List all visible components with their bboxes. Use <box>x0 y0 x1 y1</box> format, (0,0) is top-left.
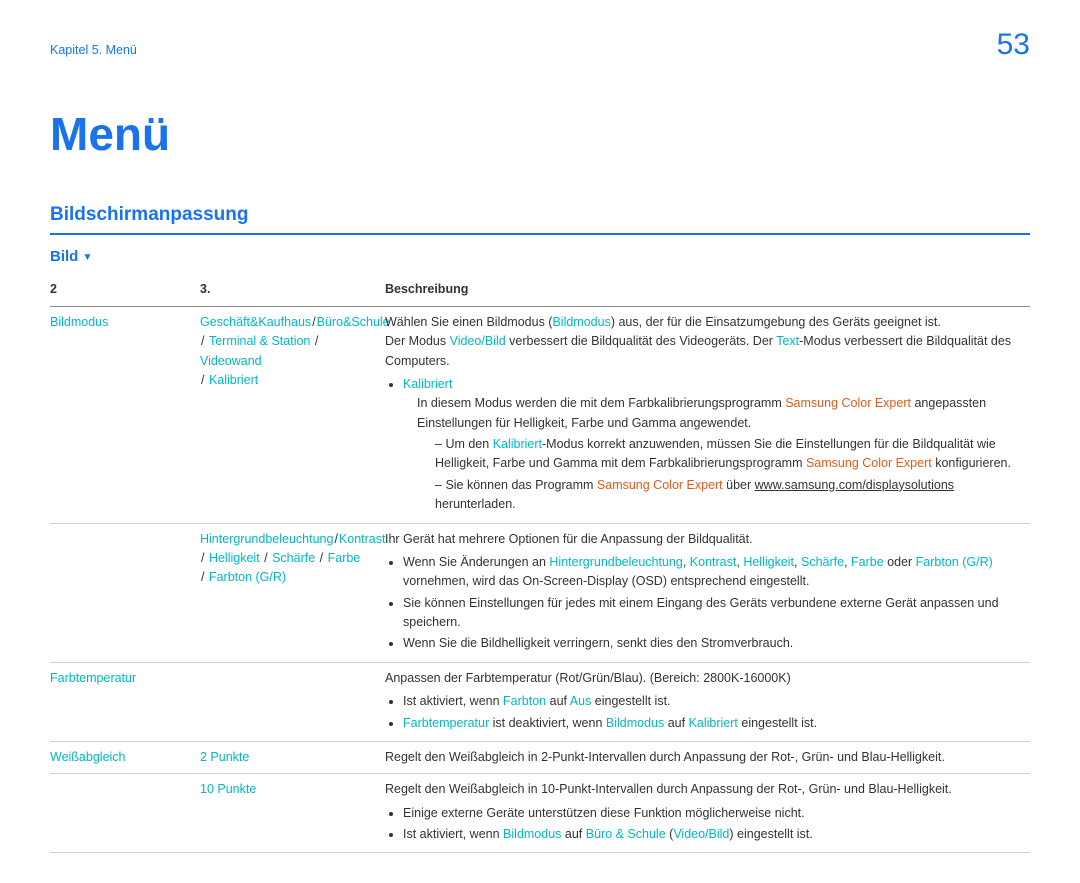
cell-bildmodus-desc: Wählen Sie einen Bildmodus (Bildmodus) a… <box>385 306 1030 523</box>
cell-farbtemperatur: Farbtemperatur <box>50 662 200 741</box>
cell-hgb-desc: Ihr Gerät hat mehrere Optionen für die A… <box>385 523 1030 662</box>
cell-empty <box>50 774 200 853</box>
col-header-3: Beschreibung <box>385 276 1030 306</box>
cell-empty <box>200 662 385 741</box>
cell-10punkte: 10 Punkte <box>200 774 385 853</box>
cell-weissabgleich: Weißabgleich <box>50 741 200 773</box>
sub-heading-bild: Bild ▼ <box>50 245 1030 268</box>
chevron-down-icon: ▼ <box>83 252 93 263</box>
cell-empty <box>50 523 200 662</box>
cell-weiss10-desc: Regelt den Weißabgleich in 10-Punkt-Inte… <box>385 774 1030 853</box>
cell-hgb-options: Hintergrundbeleuchtung/Kontrast / Hellig… <box>200 523 385 662</box>
table-row: Farbtemperatur Anpassen der Farbtemperat… <box>50 662 1030 741</box>
samsung-link[interactable]: www.samsung.com/displaysolutions <box>755 478 954 492</box>
table-row: 10 Punkte Regelt den Weißabgleich in 10-… <box>50 774 1030 853</box>
bullet-kalibriert: Kalibriert <box>403 377 452 391</box>
cell-bildmodus: Bildmodus <box>50 306 200 523</box>
cell-farbtemp-desc: Anpassen der Farbtemperatur (Rot/Grün/Bl… <box>385 662 1030 741</box>
section-rule <box>50 233 1030 235</box>
cell-bildmodus-options: Geschäft&Kaufhaus/Büro&Schule / Terminal… <box>200 306 385 523</box>
table-row: Weißabgleich 2 Punkte Regelt den Weißabg… <box>50 741 1030 773</box>
table-row: Hintergrundbeleuchtung/Kontrast / Hellig… <box>50 523 1030 662</box>
col-header-1: 2 <box>50 276 200 306</box>
chapter-label: Kapitel 5. Menü <box>50 41 137 60</box>
col-header-2: 3. <box>200 276 385 306</box>
page-number: 53 <box>997 22 1030 69</box>
section-title: Bildschirmanpassung <box>50 200 1030 229</box>
table-row: Bildmodus Geschäft&Kaufhaus/Büro&Schule … <box>50 306 1030 523</box>
page-title: Menü <box>50 99 1030 170</box>
cell-2punkte: 2 Punkte <box>200 741 385 773</box>
cell-weiss2-desc: Regelt den Weißabgleich in 2-Punkt-Inter… <box>385 741 1030 773</box>
settings-table: 2 3. Beschreibung Bildmodus Geschäft&Kau… <box>50 276 1030 853</box>
